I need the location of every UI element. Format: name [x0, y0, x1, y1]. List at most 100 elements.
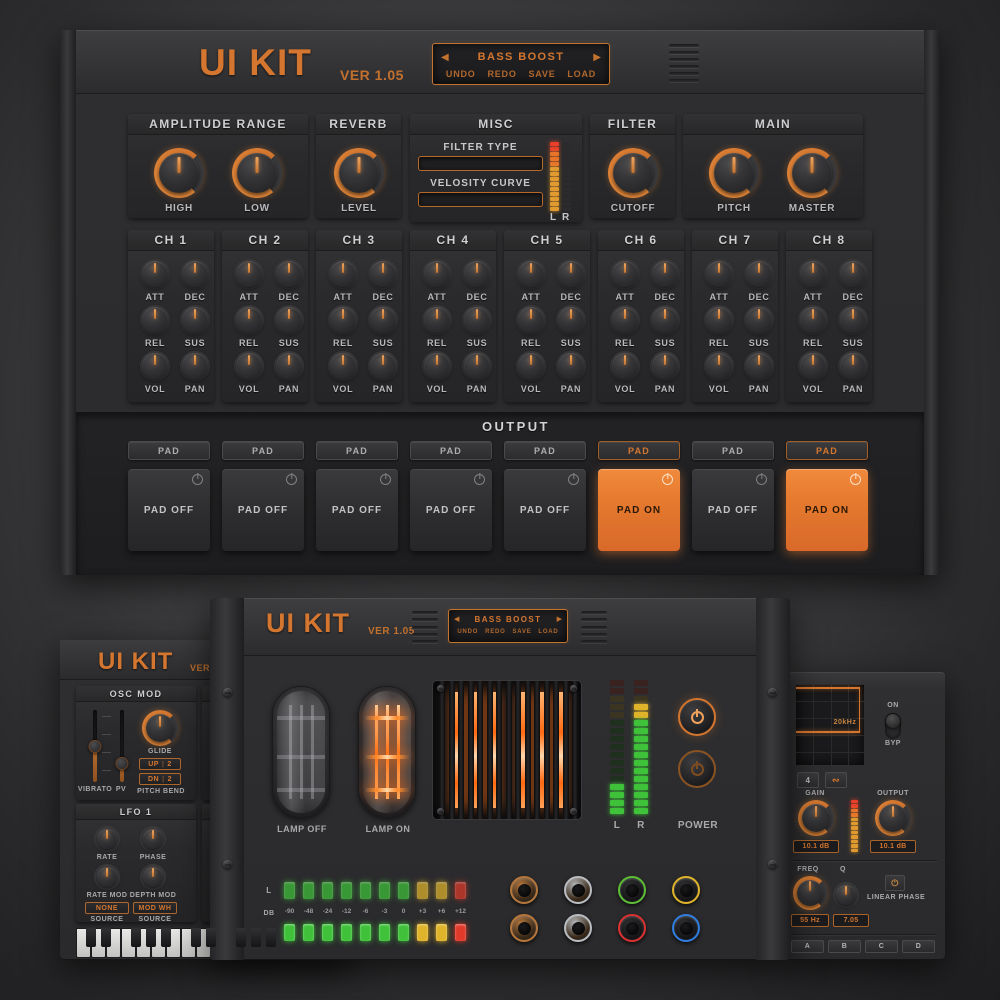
- pad-select-button[interactable]: PAD: [128, 441, 210, 460]
- pitch-bend-dn[interactable]: DN | 2: [139, 773, 181, 785]
- field-velocity-curve[interactable]: [418, 192, 543, 207]
- lfo1-source-a-button[interactable]: NONE: [85, 902, 129, 914]
- knob-pan[interactable]: [744, 351, 774, 381]
- slider-vibrato[interactable]: [88, 710, 102, 782]
- tube-lamp-off[interactable]: [272, 686, 330, 818]
- knob-sus[interactable]: [556, 305, 586, 335]
- pad-select-button[interactable]: PAD: [692, 441, 774, 460]
- pad-select-button[interactable]: PAD: [222, 441, 304, 460]
- pad-select-button[interactable]: PAD: [410, 441, 492, 460]
- eq-bank-button-b[interactable]: B: [828, 940, 861, 953]
- knob-lfo1-phase[interactable]: [140, 826, 166, 852]
- piano-key-black[interactable]: [146, 928, 156, 947]
- knob-vol[interactable]: [516, 351, 546, 381]
- output-pad[interactable]: PAD OFF: [692, 469, 774, 551]
- knob-master[interactable]: [787, 148, 837, 198]
- knob-pan[interactable]: [556, 351, 586, 381]
- knob-sus[interactable]: [180, 305, 210, 335]
- piano-key-black[interactable]: [86, 928, 96, 947]
- piano-key-black[interactable]: [251, 928, 261, 947]
- pad-select-button[interactable]: PAD: [786, 441, 868, 460]
- knob-low[interactable]: [232, 148, 282, 198]
- piano-key-black[interactable]: [131, 928, 141, 947]
- knob-att[interactable]: [140, 259, 170, 289]
- output-pad[interactable]: PAD OFF: [504, 469, 586, 551]
- knob-rel[interactable]: [422, 305, 452, 335]
- eq-bank-button-d[interactable]: D: [902, 940, 935, 953]
- preset-load-button[interactable]: LOAD: [567, 69, 596, 79]
- piano-key-black[interactable]: [161, 928, 171, 947]
- output-pad[interactable]: PAD OFF: [410, 469, 492, 551]
- knob-vol[interactable]: [328, 351, 358, 381]
- knob-dec[interactable]: [838, 259, 868, 289]
- knob-rel[interactable]: [610, 305, 640, 335]
- knob-eq-gain[interactable]: [798, 800, 834, 836]
- knob-pan[interactable]: [650, 351, 680, 381]
- knob-att[interactable]: [328, 259, 358, 289]
- knob-cutoff[interactable]: [608, 148, 658, 198]
- knob-sus[interactable]: [650, 305, 680, 335]
- rack-redo-button[interactable]: REDO: [485, 629, 506, 635]
- slider-handle[interactable]: [88, 740, 102, 753]
- knob-rel[interactable]: [328, 305, 358, 335]
- knob-att[interactable]: [422, 259, 452, 289]
- eq-linear-phase-button[interactable]: ⏻: [885, 875, 905, 891]
- field-filter-type[interactable]: [418, 156, 543, 171]
- knob-att[interactable]: [516, 259, 546, 289]
- knob-pan[interactable]: [838, 351, 868, 381]
- knob-pan[interactable]: [368, 351, 398, 381]
- output-pad[interactable]: PAD OFF: [128, 469, 210, 551]
- knob-vol[interactable]: [234, 351, 264, 381]
- knob-eq-output[interactable]: [875, 800, 911, 836]
- knob-dec[interactable]: [180, 259, 210, 289]
- knob-pan[interactable]: [462, 351, 492, 381]
- eq-shape-button-a[interactable]: 4: [797, 772, 819, 788]
- audio-jack-copper[interactable]: [510, 914, 538, 942]
- eq-output-value[interactable]: 10.1 dB: [870, 840, 916, 853]
- knob-rel[interactable]: [798, 305, 828, 335]
- knob-pan[interactable]: [180, 351, 210, 381]
- knob-sus[interactable]: [838, 305, 868, 335]
- knob-eq-q[interactable]: [833, 882, 859, 908]
- knob-glide[interactable]: [142, 710, 178, 746]
- pad-select-button[interactable]: PAD: [598, 441, 680, 460]
- knob-dec[interactable]: [274, 259, 304, 289]
- eq-bank-button-c[interactable]: C: [865, 940, 898, 953]
- knob-att[interactable]: [234, 259, 264, 289]
- audio-jack-silver[interactable]: [564, 914, 592, 942]
- rack-load-button[interactable]: LOAD: [538, 629, 558, 635]
- preset-next-icon[interactable]: ▶: [593, 53, 601, 63]
- knob-sus[interactable]: [274, 305, 304, 335]
- eq-bypass-switch[interactable]: [885, 713, 901, 739]
- knob-rel[interactable]: [704, 305, 734, 335]
- knob-vol[interactable]: [610, 351, 640, 381]
- rack-save-button[interactable]: SAVE: [512, 629, 531, 635]
- audio-jack-silver[interactable]: [564, 876, 592, 904]
- piano-key-black[interactable]: [101, 928, 111, 947]
- slider-pv[interactable]: [115, 710, 129, 782]
- power-button-off[interactable]: [678, 750, 716, 788]
- knob-dec[interactable]: [744, 259, 774, 289]
- knob-rel[interactable]: [234, 305, 264, 335]
- pad-select-button[interactable]: PAD: [504, 441, 586, 460]
- knob-vol[interactable]: [704, 351, 734, 381]
- knob-att[interactable]: [704, 259, 734, 289]
- knob-sus[interactable]: [744, 305, 774, 335]
- power-button-on[interactable]: [678, 698, 716, 736]
- audio-jack-red[interactable]: [618, 914, 646, 942]
- audio-jack-blue[interactable]: [672, 914, 700, 942]
- rack-undo-button[interactable]: UNDO: [457, 629, 478, 635]
- tube-lamp-on[interactable]: [358, 686, 416, 818]
- piano-key-black[interactable]: [236, 928, 246, 947]
- preset-save-button[interactable]: SAVE: [528, 69, 555, 79]
- knob-sus[interactable]: [462, 305, 492, 335]
- pad-select-button[interactable]: PAD: [316, 441, 398, 460]
- knob-dec[interactable]: [462, 259, 492, 289]
- eq-bank-button-a[interactable]: A: [791, 940, 824, 953]
- piano-key-black[interactable]: [206, 928, 216, 947]
- knob-rel[interactable]: [140, 305, 170, 335]
- output-pad[interactable]: PAD OFF: [316, 469, 398, 551]
- knob-lfo1-rate-mod[interactable]: [94, 864, 120, 890]
- knob-pan[interactable]: [274, 351, 304, 381]
- preset-redo-button[interactable]: REDO: [487, 69, 516, 79]
